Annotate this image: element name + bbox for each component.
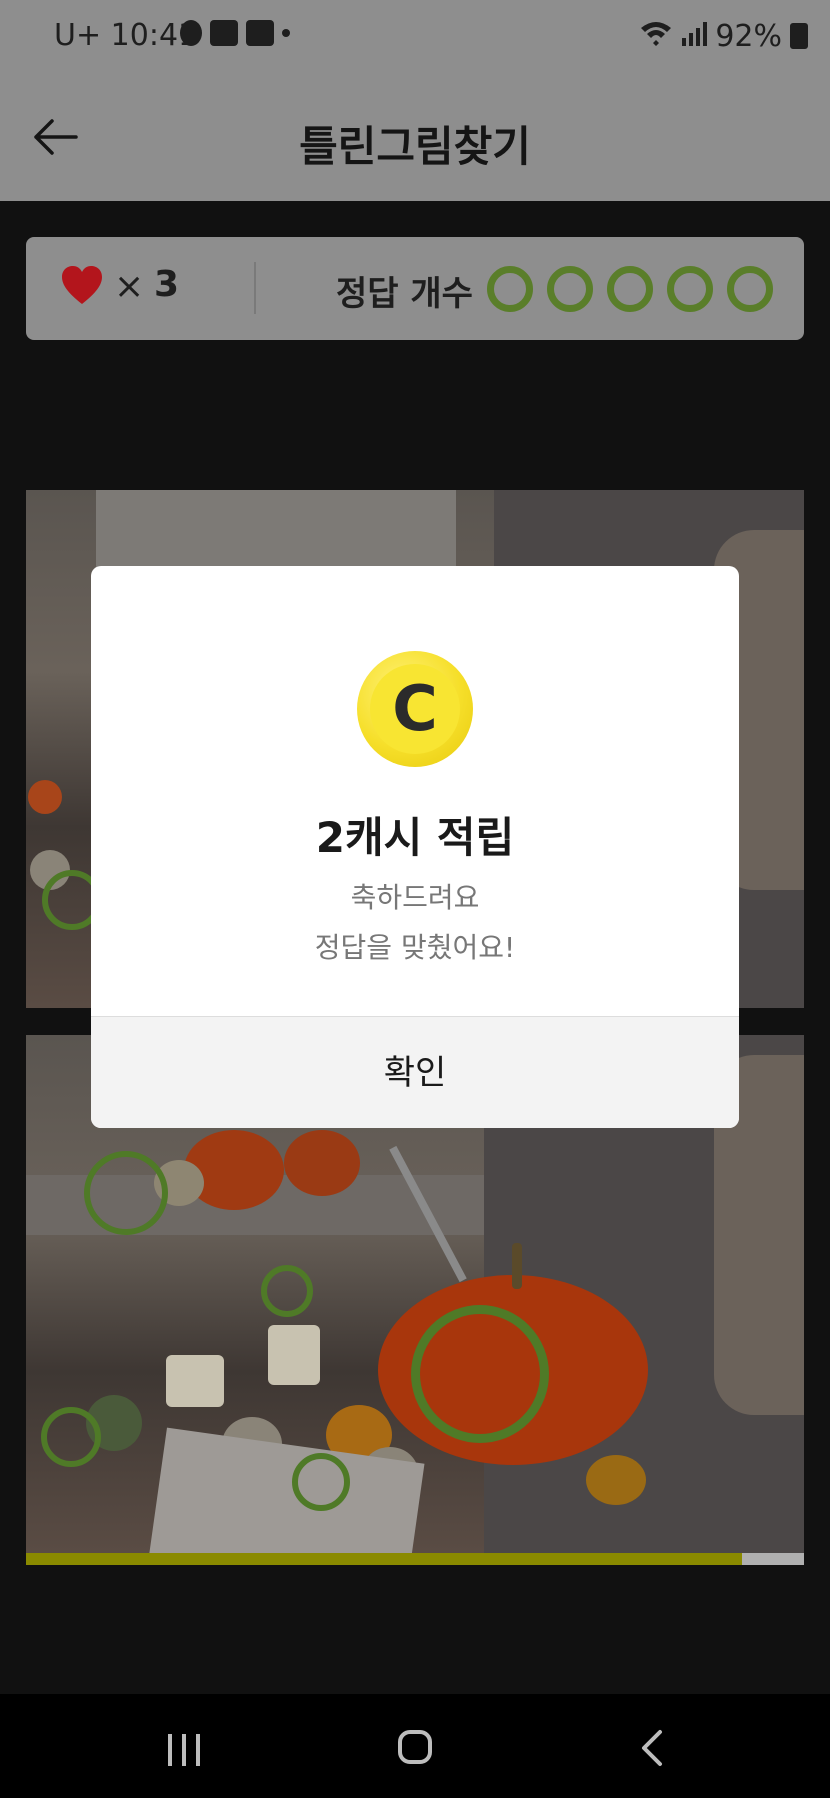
found-difference-marker [411,1305,549,1443]
answer-indicator [607,266,653,312]
signal-icon [681,19,708,54]
answer-indicator [727,266,773,312]
app-notification-icon [180,20,202,46]
battery-icon [790,23,808,49]
dialog-message-line1: 축하드려요 [350,881,480,914]
more-notifications-dot [282,29,290,37]
recent-apps-icon [182,1734,186,1766]
page-title: 틀린그림찾기 [299,122,531,171]
confirm-button[interactable]: 확인 [91,1017,739,1128]
answer-indicator [667,266,713,312]
lives-count: 3 [154,264,180,305]
dialog-message-line2: 정답을 맞췄어요! [314,931,516,964]
wifi-icon [639,18,673,54]
coin-letter: C [392,672,438,745]
pumpkin [284,1130,360,1196]
pumpkin [28,780,62,814]
carrier-label: U+ [54,18,102,53]
found-difference-marker [261,1265,313,1317]
pumpkin-stem [512,1243,522,1289]
system-status: 92% [639,18,808,54]
answer-indicator [487,266,533,312]
candle [166,1355,224,1407]
found-difference-marker [292,1453,350,1511]
battery-percent: 92% [715,18,782,54]
found-difference-marker [84,1151,168,1235]
answer-count-label: 정답 개수 [336,274,473,314]
home-button[interactable] [398,1730,432,1764]
app-notification-icon [246,20,274,46]
heart-icon [60,264,104,308]
reward-dialog: C 2캐시 적립 축하드려요 정답을 맞췄어요! 확인 [91,566,739,1128]
chevron-left-icon [642,1730,662,1766]
found-difference-marker [41,1407,101,1467]
cash-coin-icon: C [357,651,473,767]
time-progress-bar [26,1553,804,1565]
status-time-block: U+ 10:41 [54,18,197,53]
dialog-footer: 확인 [91,1016,739,1128]
candle [268,1325,320,1385]
youtube-icon [210,20,238,46]
divider [254,262,256,314]
recent-apps-button[interactable] [168,1734,200,1766]
recent-apps-icon [196,1734,200,1766]
dialog-title: 2캐시 적립 [315,813,515,862]
pumpkin [586,1455,646,1505]
notification-icons [180,20,290,46]
recent-apps-icon [168,1734,172,1766]
answer-indicator [547,266,593,312]
time-progress-fill [26,1553,742,1565]
nav-back-button[interactable] [634,1728,668,1768]
lives-multiplier: × [114,266,145,307]
